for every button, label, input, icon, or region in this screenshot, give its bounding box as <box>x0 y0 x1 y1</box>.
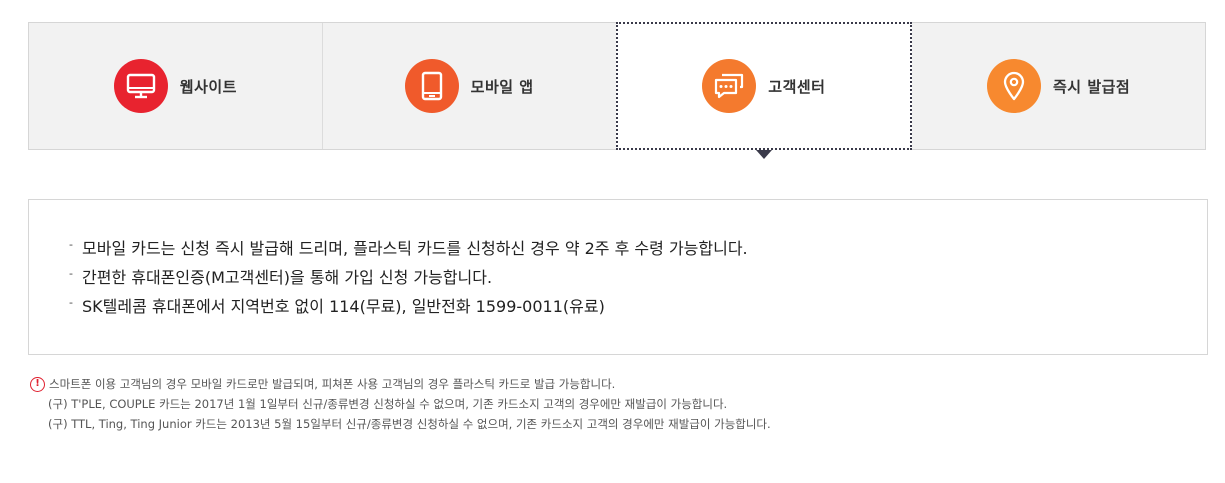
channel-tabs: 웹사이트 모바일 앱 고객센터 즉시 발급점 <box>28 22 1206 150</box>
tab-website-label: 웹사이트 <box>179 77 237 96</box>
info-item: SK텔레콤 휴대폰에서 지역번호 없이 114(무료), 일반전화 1599-0… <box>69 288 1207 321</box>
notice-sub: (구) T'PLE, COUPLE 카드는 2017년 1월 1일부터 신규/종… <box>48 397 728 411</box>
smartphone-icon <box>404 59 459 113</box>
tab-customer-center[interactable]: 고객센터 <box>615 22 913 150</box>
chat-bubbles-icon <box>702 59 757 113</box>
info-item: 간편한 휴대폰인증(M고객센터)을 통해 가입 신청 가능합니다. <box>69 259 1207 292</box>
notice-section: ! 스마트폰 이용 고객님의 경우 모바일 카드로만 발급되며, 피쳐폰 사용 … <box>30 374 771 434</box>
info-item: 모바일 카드는 신청 즉시 발급해 드리며, 플라스틱 카드를 신청하신 경우 … <box>69 230 1207 263</box>
tab-instant-issue[interactable]: 즉시 발급점 <box>912 23 1205 149</box>
tab-website[interactable]: 웹사이트 <box>29 23 323 149</box>
tab-customer-center-label: 고객센터 <box>768 77 826 96</box>
monitor-icon <box>113 59 168 113</box>
tab-instant-issue-label: 즉시 발급점 <box>1053 77 1131 96</box>
customer-center-info: 모바일 카드는 신청 즉시 발급해 드리며, 플라스틱 카드를 신청하신 경우 … <box>28 199 1208 355</box>
tab-mobile-app[interactable]: 모바일 앱 <box>323 23 617 149</box>
notice-main: 스마트폰 이용 고객님의 경우 모바일 카드로만 발급되며, 피쳐폰 사용 고객… <box>49 377 616 391</box>
exclamation-circle-icon: ! <box>30 376 45 392</box>
map-pin-icon <box>987 59 1041 113</box>
tab-mobile-app-label: 모바일 앱 <box>470 77 534 96</box>
notice-sub: (구) TTL, Ting, Ting Junior 카드는 2013년 5월 … <box>48 417 771 431</box>
